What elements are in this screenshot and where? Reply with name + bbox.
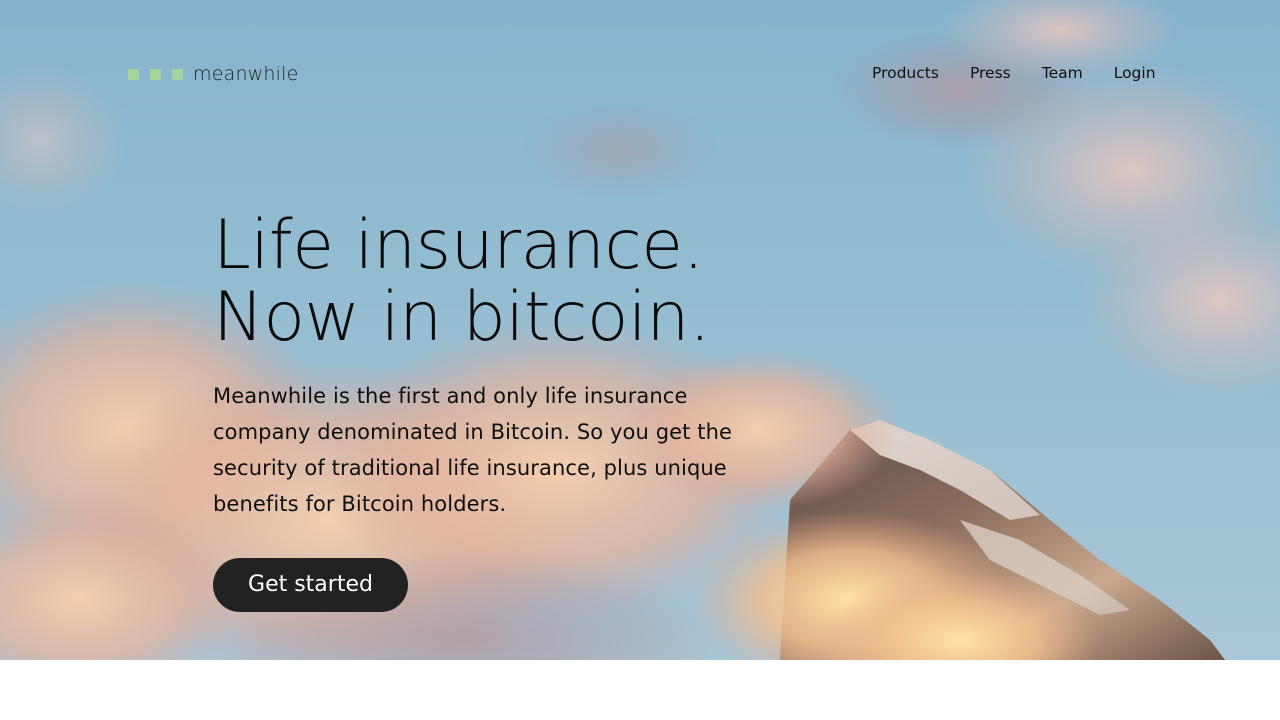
hero-headline: Life insurance. Now in bitcoin. (213, 206, 711, 357)
nav-link-products[interactable]: Products (872, 62, 939, 84)
nav-link-login[interactable]: Login (1114, 62, 1156, 84)
get-started-button[interactable]: Get started (213, 558, 408, 612)
nav-link-press[interactable]: Press (970, 62, 1011, 84)
top-navigation: meanwhile Products Press Team Login (0, 0, 1280, 145)
nav-menu: Products Press Team Login (872, 62, 1156, 84)
hero-section: meanwhile Products Press Team Login Life… (0, 0, 1280, 660)
page-content-below-hero (0, 660, 1280, 720)
logo-square-icon (128, 68, 139, 80)
nav-link-team[interactable]: Team (1042, 62, 1083, 84)
brand-wordmark: meanwhile (193, 63, 299, 85)
hero-headline-line-1: Life insurance. (213, 206, 704, 285)
logo-square-icon (150, 68, 161, 80)
hero-description: Meanwhile is the first and only life ins… (213, 384, 733, 516)
brand-logo[interactable]: meanwhile (128, 60, 299, 88)
hero-headline-line-2: Now in bitcoin. (213, 278, 711, 357)
logo-square-icon (172, 68, 183, 80)
